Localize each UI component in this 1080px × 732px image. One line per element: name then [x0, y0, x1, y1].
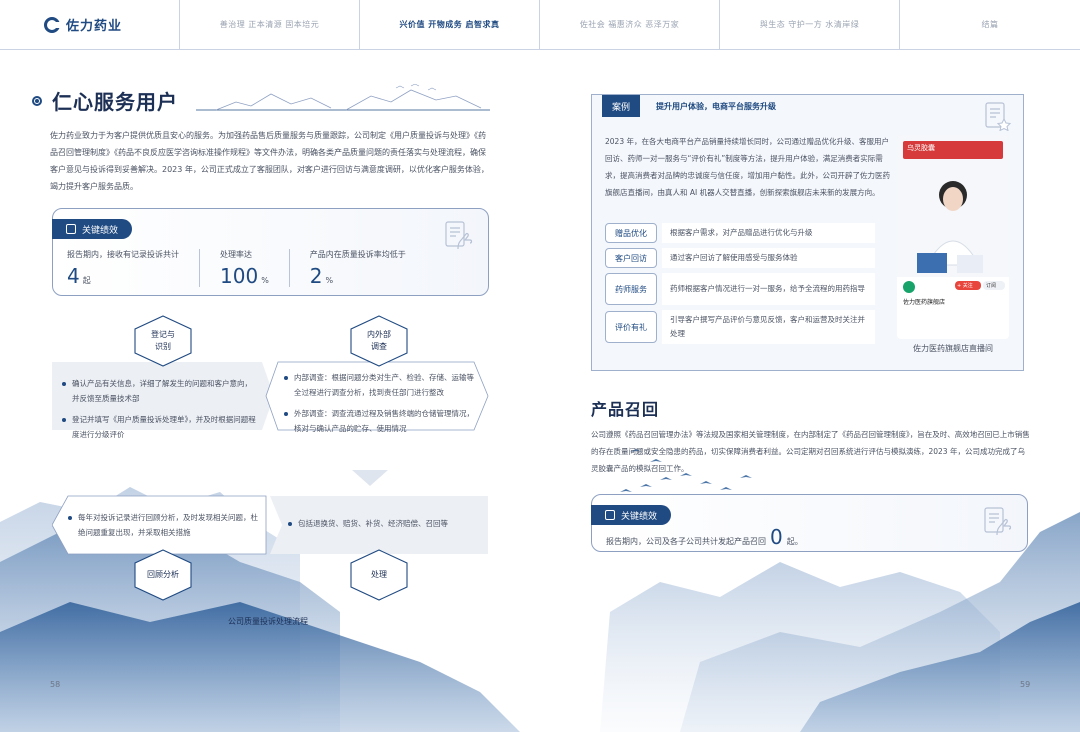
follow-button[interactable]: + 关注 — [957, 282, 973, 289]
kpi-complaint-rate: 产品内在质量投诉率均低于 2% — [309, 249, 426, 288]
brand-name: 佐力药业 — [66, 19, 123, 34]
list-item: 客户回访 通过客户回访了解使用感受与服务体验 — [605, 248, 875, 268]
step-investigation: 内外部 调查 — [348, 314, 410, 368]
hand-document-icon — [984, 507, 1012, 536]
subscribe-button[interactable]: 订阅 — [986, 282, 996, 289]
step-handling: 处理 — [348, 548, 410, 602]
kpi-value: 2 — [309, 264, 323, 288]
section-header: 仁心服务用户 — [32, 86, 178, 115]
service-text: 药师根据客户情况进行一对一服务，给予全流程的用药指导 — [662, 273, 875, 305]
brand-logo[interactable]: 佐力药业 — [0, 0, 180, 50]
service-text: 引导客户撰写产品评价与意见反馈，客户和运营及时关注并处理 — [662, 310, 875, 344]
review-detail-box: 每年对投诉记录进行回顾分析，及时发现相关问题，杜绝问题重复出现，并采取相关措施 — [68, 510, 262, 546]
case-tag: 案例 — [602, 95, 641, 117]
livestream-screenshot: 乌灵胶囊 + 关注 订阅 佐力医药旗舰店 — [897, 135, 1009, 339]
case-service-list: 赠品优化 根据客户需求，对产品赠品进行优化与升级 客户回访 通过客户回访了解使用… — [605, 223, 875, 349]
register-detail-box: 确认产品有关信息，详细了解发生的问题和客户意向，并反馈至质量技术部 登记并填写《… — [62, 376, 258, 448]
step-label: 回顾分析 — [147, 570, 179, 579]
list-item: 包括退换货、赔货、补货、经济赔偿、召回等 — [288, 516, 482, 531]
recall-section-title: 产品召回 — [591, 400, 660, 419]
complaint-process-diagram: 登记与识别 内外部调查 确认产品有关信息，详细了解发生的问题和客户意向，并反馈至… — [52, 310, 490, 630]
service-label: 赠品优化 — [605, 223, 657, 243]
kpi-value: 100 — [220, 264, 259, 288]
kpi-label: 产品内在质量投诉率均低于 — [309, 250, 406, 259]
image-caption: 佐力医药旗舰店直播间 — [913, 344, 993, 353]
flow-caption: 公司质量投诉处理流程 — [228, 617, 308, 626]
service-label: 客户回访 — [605, 248, 657, 268]
service-text: 通过客户回访了解使用感受与服务体验 — [662, 248, 875, 268]
handling-detail-box: 包括退换货、赔货、补货、经济赔偿、召回等 — [288, 516, 482, 537]
list-item: 登记并填写《用户质量投诉处理单》，并及时根据问题程度进行分级评价 — [62, 412, 258, 442]
service-text: 根据客户需求，对产品赠品进行优化与升级 — [662, 223, 875, 243]
step-label: 识别 — [155, 342, 171, 351]
list-item: 赠品优化 根据客户需求，对产品赠品进行优化与升级 — [605, 223, 875, 243]
intro-paragraph: 佐力药业致力于为客户提供优质且安心的服务。为加强药品售后质量服务与质量跟踪，公司… — [50, 131, 489, 191]
section-title: 仁心服务用户 — [52, 90, 178, 114]
banner-text: 乌灵胶囊 — [907, 144, 935, 152]
service-label: 药师服务 — [605, 273, 657, 305]
step-label: 调查 — [371, 342, 387, 351]
case-study-box: 案例 提升用户体验，电商平台服务升级 2023 年，在各大电商平台产品销量持续增… — [591, 94, 1024, 371]
key-performance-card: 关键绩效 报告期内，接收有记录投诉共计 4起 处理率达 100% 产品内在质量投… — [52, 208, 489, 296]
step-label: 内外部 — [367, 330, 391, 339]
shop-name: 佐力医药旗舰店 — [903, 299, 946, 306]
kpi-tag: 关键绩效 — [591, 505, 672, 525]
nav-tab-governance[interactable]: 善治理 正本清源 固本培元 — [180, 0, 360, 50]
chart-icon — [605, 510, 615, 520]
kpi-complaints: 报告期内，接收有记录投诉共计 4起 — [67, 249, 200, 288]
step-review-analysis: 回顾分析 — [132, 548, 194, 602]
mountain-line-decoration — [196, 84, 490, 111]
kpi-label: 报告期内，接收有记录投诉共计 — [67, 250, 179, 259]
recall-paragraph: 公司遵照《药品召回管理办法》等法规及国家相关管理制度，在内部制定了《药品召回管理… — [591, 430, 1030, 473]
case-headline: 提升用户体验，电商平台服务升级 — [656, 102, 776, 111]
brand-logo-icon — [44, 16, 61, 33]
flow-arrows — [52, 361, 489, 555]
kpi-value: 4 — [67, 264, 80, 288]
document-star-icon — [985, 102, 1011, 131]
nav-tab-conclusion[interactable]: 结篇 — [900, 0, 1080, 50]
page-number-left: 58 — [50, 680, 61, 689]
livestream-photo — [897, 135, 1009, 339]
chart-icon — [66, 224, 76, 234]
kpi-handling-rate: 处理率达 100% — [220, 249, 290, 288]
top-navigation: 佐力药业 善治理 正本清源 固本培元 兴价值 开物成务 启智求真 佐社会 福惠济… — [0, 0, 1080, 50]
list-item: 评价有礼 引导客户撰写产品评价与意见反馈，客户和运营及时关注并处理 — [605, 310, 875, 344]
kpi-value: 0 — [770, 525, 783, 549]
investigation-detail-box: 内部调查：根据问题分类对生产、检验、存储、运输等全过程进行调查分析，找到责任部门… — [284, 370, 474, 442]
kpi-label: 报告期内，公司及各子公司共计发起产品召回 — [606, 537, 766, 546]
service-label: 评价有礼 — [605, 311, 657, 343]
list-item: 确认产品有关信息，详细了解发生的问题和客户意向，并反馈至质量技术部 — [62, 376, 258, 406]
hand-document-icon — [445, 221, 473, 250]
list-item: 外部调查：调查流通过程及销售终端的仓储管理情况，核对与确认产品的贮存、使用情况 — [284, 406, 474, 436]
nav-tab-value[interactable]: 兴价值 开物成务 启智求真 — [360, 0, 540, 50]
list-item: 内部调查：根据问题分类对生产、检验、存储、运输等全过程进行调查分析，找到责任部门… — [284, 370, 474, 400]
kpi-unit: % — [325, 276, 334, 285]
kpi-tag: 关键绩效 — [52, 219, 133, 239]
case-text: 2023 年，在各大电商平台产品销量持续增长同时，公司通过赠品优化升级、客服用户… — [605, 137, 890, 197]
page-number-right: 59 — [1020, 680, 1031, 689]
step-label: 登记与 — [151, 330, 175, 339]
kpi-tag-label: 关键绩效 — [621, 511, 658, 522]
kpi-label: 处理率达 — [220, 250, 252, 259]
nav-tab-ecology[interactable]: 與生态 守护一方 水清岸绿 — [720, 0, 900, 50]
recall-kpi-line: 报告期内，公司及各子公司共计发起产品召回 0 起。 — [606, 525, 803, 549]
recall-kpi-card: 关键绩效 报告期内，公司及各子公司共计发起产品召回 0 起。 — [591, 494, 1028, 552]
step-register-identify: 登记与 识别 — [132, 314, 194, 368]
list-item: 药师服务 药师根据客户情况进行一对一服务，给予全流程的用药指导 — [605, 273, 875, 305]
list-item: 每年对投诉记录进行回顾分析，及时发现相关问题，杜绝问题重复出现，并采取相关措施 — [68, 510, 262, 540]
kpi-unit: % — [261, 276, 269, 285]
kpi-unit: 起。 — [786, 537, 803, 546]
section-bullet-icon — [32, 95, 42, 106]
step-label: 处理 — [371, 570, 387, 579]
nav-tab-society[interactable]: 佐社会 福惠济众 恶泽万家 — [540, 0, 720, 50]
kpi-unit: 起 — [82, 276, 91, 285]
kpi-tag-label: 关键绩效 — [82, 225, 119, 236]
